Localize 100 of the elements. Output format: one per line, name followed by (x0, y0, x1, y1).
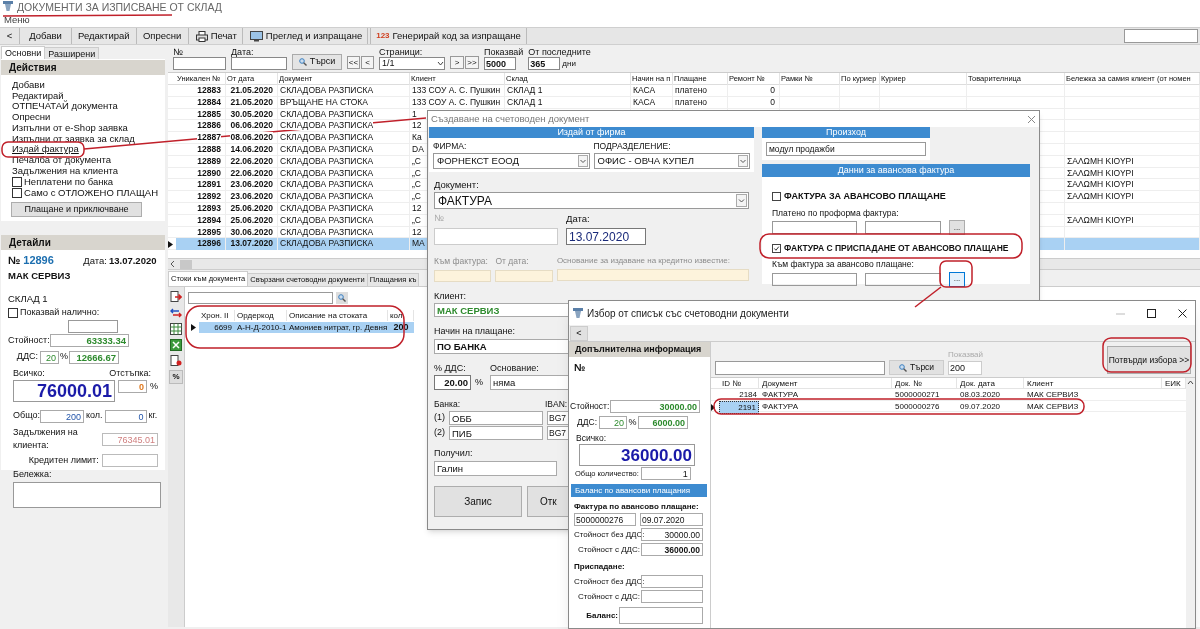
table-cell-text: 08.03.2020 (959, 389, 1002, 400)
percent-sign: % (627, 416, 638, 429)
input-field: 20 (599, 416, 627, 430)
table-cell-text: 5000000271 (894, 389, 941, 400)
field-label: IBAN: (545, 398, 568, 411)
table-cell: 6699 (199, 322, 235, 333)
unit-label: кг. (148, 409, 158, 423)
table-cell: 12884 (176, 96, 226, 109)
table-cell: СКЛАДОВА РАЗПИСКА (278, 144, 410, 156)
table-cell-text: 2184 (738, 389, 758, 400)
window-title: ДОКУМЕНТИ ЗА ИЗПИСВАНЕ ОТ СКЛАД (17, 1, 222, 13)
field-label: Кредитен лимит: (27, 453, 100, 467)
field-label: Отстъпка: (109, 366, 151, 380)
section-header: Издай от фирма (429, 127, 754, 138)
input-field: 36000.00 (641, 543, 703, 557)
field-label: Клиент: (434, 289, 467, 303)
field-label: Всичко: (13, 366, 45, 380)
input-field: 0 (118, 380, 147, 394)
field-label: Основание: (490, 361, 539, 375)
table-cell: платено (673, 96, 728, 109)
table-cell-text: ФАКТУРА (761, 389, 799, 400)
section-header: Данни за авансова фактура (762, 164, 1030, 177)
field-label: Дата: (231, 47, 255, 57)
field-label: Приспадане: (574, 561, 626, 574)
percent-sign: % (150, 380, 158, 394)
input-field: 1 (640, 467, 691, 481)
input-field: 20 (40, 350, 59, 364)
field-label: Към фактура за авансово плащане: (772, 258, 915, 271)
table-cell: СКЛАДОВА РАЗПИСКА (278, 191, 410, 203)
section-header: Произход (762, 127, 930, 138)
table-cell: ΣΑΛΩΜΗ ΚΙΟΥΡΙ (1065, 167, 1200, 180)
field-label: Получил: (434, 447, 473, 460)
table-cell: СКЛАДОВА РАЗПИСКА (278, 202, 410, 215)
field-label: ДДС: (15, 350, 39, 364)
client-name: МАК СЕРВИЗ (8, 268, 72, 283)
document-date: 13.07.2020 (108, 254, 157, 269)
table-cell: ΣΑΛΩΜΗ ΚΙΟΥΡΙ (1065, 179, 1200, 192)
field-label: Платено по проформа фактура: (772, 206, 900, 220)
field-label: От дата: (495, 255, 530, 268)
field-label: Общо: (12, 409, 38, 423)
table-cell: платено (673, 85, 728, 97)
section-header: Действия (1, 60, 165, 75)
field-label: Стойност: (8, 333, 50, 347)
checkbox-label: ФАКТУРА ЗА АВАНСОВО ПЛАЩАНЕ (784, 190, 946, 203)
number-label: № (573, 361, 587, 375)
checkbox-label: ФАКТУРА С ПРИСПАДАНЕ ОТ АВАНСОВО ПЛАЩАНЕ (784, 242, 1009, 255)
input-field: 63333.34 (50, 334, 129, 348)
field-label: Показвай (948, 349, 983, 361)
field-label: Към фактура: (434, 255, 489, 268)
field-label: Дата: (566, 212, 591, 224)
code-icon: 123 (376, 30, 390, 42)
field-label: % ДДС: (434, 361, 467, 375)
table-cell: СКЛАДОВА РАЗПИСКА (278, 214, 410, 227)
table-cell: СКЛАДОВА РАЗПИСКА (278, 132, 410, 144)
table-cell: 0 (728, 85, 780, 97)
table-cell: СКЛАДОВА РАЗПИСКА (278, 85, 410, 97)
table-cell: 12883 (176, 85, 226, 97)
field-label: Фактура по авансово плащане: (574, 501, 700, 514)
table-cell: А-Н-Д-2010-1 (235, 322, 287, 333)
table-cell: КАСА (631, 85, 673, 97)
table-cell: 0 (728, 96, 780, 109)
field-label: Начин на плащане: (434, 325, 515, 339)
table-cell: ΣΑΛΩΜΗ ΚΙΟΥΡΙ (1065, 191, 1200, 203)
total-field: 76000.01 (13, 380, 115, 403)
unit-label: дни (562, 58, 576, 70)
field-label: ДДС: (576, 416, 598, 430)
field-label: ПОДРАЗДЕЛЕНИЕ: (593, 140, 672, 153)
bank-index: (2) (434, 426, 446, 440)
table-cell: 12888 (176, 144, 226, 156)
field-label: Задължения на клиента: (12, 425, 79, 453)
table-cell: Амониев нитрат, гр. Девня (287, 322, 388, 333)
percent-sign: % (59, 350, 69, 364)
table-cell-text: ФАКТУРА (761, 400, 799, 413)
field-label: Основание за издаване на кредитно известие: (556, 255, 730, 267)
bank-index: (1) (434, 411, 446, 425)
document-number: 12896 (23, 253, 55, 269)
input-field: 200 (40, 409, 84, 423)
field-label: Страници: (379, 47, 424, 57)
input-field: 0 (104, 409, 147, 423)
field-label: Баланс: (585, 609, 619, 622)
table-cell: 13.07.2020 (226, 238, 278, 251)
input-field: 6000.00 (638, 416, 688, 430)
field-label: № (173, 47, 184, 57)
input-field: 09.07.2020 (640, 513, 703, 527)
table-cell: 12896 (176, 238, 226, 251)
table-cell-text: МАК СЕРВИЗ (1026, 400, 1080, 413)
field-label: Бележка: (12, 468, 53, 482)
section-header: Допълнителна информация (569, 342, 710, 357)
date-label: Дата: (83, 254, 107, 269)
field-label: От последните (528, 47, 591, 57)
checkbox-label: Показвай налично: (20, 306, 100, 320)
unit-label: кол. (86, 409, 103, 423)
table-cell: 133 СОУ А. С. Пушкин (410, 96, 505, 109)
table-cell: 12887 (176, 132, 226, 144)
field-label: Стойност с ДДС: (576, 543, 641, 556)
table-cell: 12889 (176, 155, 226, 168)
table-cell: КАСА (631, 96, 673, 109)
table-cell: ВРЪЩАНЕ НА СТОКА (278, 96, 410, 109)
field-label: № (434, 212, 445, 224)
input-field: 12666.67 (69, 350, 119, 364)
